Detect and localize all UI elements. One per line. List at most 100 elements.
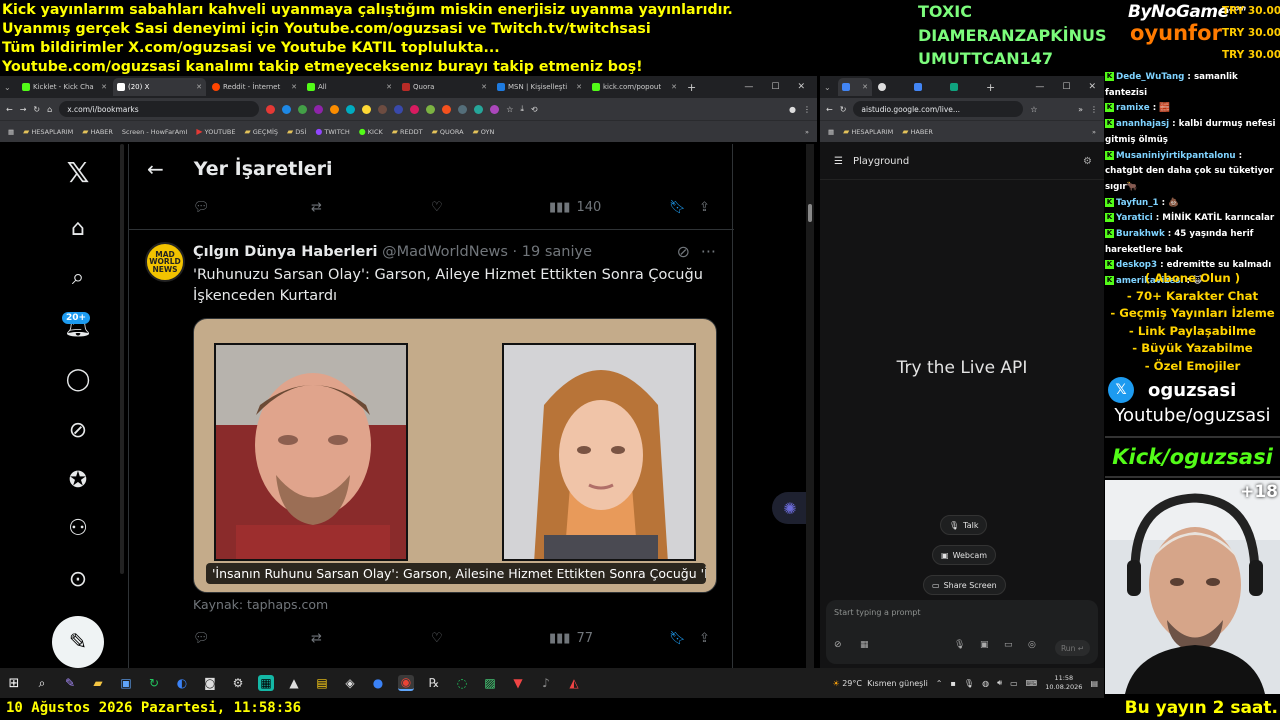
minimize-icon[interactable]: —	[744, 82, 753, 92]
avatar[interactable]: MAD WORLD NEWS	[145, 242, 185, 282]
network-icon[interactable]: ◍	[982, 679, 989, 688]
browser-tab-active[interactable]: ✕	[838, 78, 872, 96]
home-icon[interactable]: ⌂	[47, 105, 52, 114]
close-icon[interactable]: ✕	[671, 83, 677, 91]
bookmark-item[interactable]: Screen - HowFarAmI	[122, 128, 188, 136]
repost-icon[interactable]: ⇄	[311, 631, 322, 646]
maximize-icon[interactable]: ☐	[1062, 82, 1070, 92]
reply-icon[interactable]: 💬︎	[193, 200, 210, 215]
profile-icon[interactable]: ●	[789, 105, 796, 114]
app-icon[interactable]: ▨	[482, 675, 498, 691]
author-handle[interactable]: @MadWorldNews	[382, 244, 508, 260]
bookmark-star-icon[interactable]: ☆	[506, 105, 513, 114]
close-window-icon[interactable]: ✕	[1088, 82, 1096, 92]
app-icon[interactable]: ▦	[258, 675, 274, 691]
close-icon[interactable]: ✕	[481, 83, 487, 91]
extension-icon[interactable]	[426, 104, 436, 114]
bookmark-folder[interactable]: ▶ YOUTUBE	[196, 127, 235, 136]
grok-explain-icon[interactable]: ⊘	[677, 242, 690, 261]
close-icon[interactable]: ✕	[101, 83, 107, 91]
bookmark-folder[interactable]: ● KICK	[359, 127, 383, 136]
search-icon[interactable]: ⌕	[64, 263, 92, 291]
sidebar-toggle-icon[interactable]: ☰	[834, 156, 843, 167]
edge-icon[interactable]: ◐	[174, 675, 190, 691]
apps-icon[interactable]: ▦	[828, 128, 834, 136]
notes-app-icon[interactable]: ▤	[314, 675, 330, 691]
share-icon[interactable]: ⇪	[699, 200, 710, 215]
link-card-image[interactable]: 'İnsanın Ruhunu Sarsan Olay': Garson, Ai…	[193, 318, 717, 593]
bookmark-folder[interactable]: ▰ HABER	[902, 127, 933, 136]
volume-icon[interactable]: 🔊︎	[997, 678, 1002, 688]
bookmark-folder[interactable]: ▰ QUORA	[432, 127, 464, 136]
camera-app-icon[interactable]: ◙	[202, 675, 218, 691]
close-icon[interactable]: ✕	[291, 83, 297, 91]
sidebar-scrollbar[interactable]	[120, 144, 124, 574]
profile-icon[interactable]: ⚇	[64, 514, 92, 542]
back-icon[interactable]: ←	[6, 105, 13, 114]
tweet[interactable]: MAD WORLD NEWS Çılgın Dünya Haberleri @M…	[129, 229, 734, 668]
bookmark-star-icon[interactable]: ☆	[1030, 105, 1037, 114]
more-tools-icon[interactable]: ◎	[1028, 640, 1036, 650]
run-button[interactable]: Run ↵	[1054, 640, 1090, 656]
app-icon[interactable]: ●	[370, 675, 386, 691]
browser-tab[interactable]: Kicklet - Kick Cha ✕	[18, 78, 111, 96]
browser-tab[interactable]: Quora ✕	[398, 78, 491, 96]
bookmark-icon[interactable]: 🔖︎	[669, 631, 686, 646]
extension-icon[interactable]	[362, 104, 372, 114]
views-button[interactable]: ▮▮▮ 140	[549, 200, 601, 215]
repost-icon[interactable]: ⇄	[311, 200, 322, 215]
reload-icon[interactable]: ↻	[33, 105, 40, 114]
extension-icon[interactable]	[378, 104, 388, 114]
app-icon[interactable]: ▣	[118, 675, 134, 691]
extension-icon[interactable]	[266, 104, 276, 114]
browser-tab[interactable]: Reddit - İnternet ✕	[208, 78, 301, 96]
tab-search-icon[interactable]: ⌄	[824, 83, 836, 92]
prompt-input[interactable]: Start typing a prompt ⊘ ▦ 🎙︎ ▣ ▭ ◎ Run ↵	[826, 600, 1098, 664]
chrome-icon[interactable]: ◉	[398, 675, 414, 691]
bookmark-folder[interactable]: ▰ HESAPLARIM	[843, 127, 893, 136]
extension-icon[interactable]	[282, 104, 292, 114]
minimize-icon[interactable]: —	[1035, 82, 1044, 92]
bookmark-folder[interactable]: ▰ DSİ	[287, 127, 306, 136]
file-explorer-icon[interactable]: ▰	[90, 675, 106, 691]
extension-icon[interactable]	[442, 104, 452, 114]
browser-tab[interactable]: kick.com/popout ✕	[588, 78, 681, 96]
history-icon[interactable]: ⟲	[531, 105, 538, 114]
compose-post-button[interactable]: ✎	[52, 616, 104, 668]
close-icon[interactable]: ✕	[862, 83, 868, 91]
extension-icon[interactable]	[394, 104, 404, 114]
x-logo-icon[interactable]: 𝕏	[64, 156, 92, 189]
back-arrow-icon[interactable]: ←	[147, 157, 164, 181]
show-hidden-icons-icon[interactable]: ⌃	[936, 679, 943, 688]
extensions-icon[interactable]: »	[1078, 105, 1083, 114]
extension-icon[interactable]	[410, 104, 420, 114]
extension-icon[interactable]	[314, 104, 324, 114]
page-scrollbar[interactable]	[806, 144, 814, 668]
maximize-icon[interactable]: ☐	[771, 82, 779, 92]
app-icon[interactable]: ♪	[538, 675, 554, 691]
more-options-icon[interactable]: ···	[701, 242, 716, 261]
more-bookmarks-icon[interactable]: »	[805, 128, 809, 136]
browser-tab[interactable]	[910, 78, 944, 96]
more-bookmarks-icon[interactable]: »	[1092, 128, 1096, 136]
talk-button[interactable]: 🎙︎ Talk	[940, 515, 988, 535]
tweet-time[interactable]: 19 saniye	[522, 244, 592, 260]
views-button[interactable]: ▮▮▮ 77	[549, 631, 593, 646]
screen-share-icon[interactable]: ▭	[1004, 640, 1013, 650]
extension-icon[interactable]	[474, 104, 484, 114]
webcam-button[interactable]: ▣ Webcam	[932, 545, 997, 565]
browser-tab[interactable]: All ✕	[303, 78, 396, 96]
share-screen-button[interactable]: ▭ Share Screen	[923, 575, 1006, 595]
extension-icon[interactable]	[346, 104, 356, 114]
reload-icon[interactable]: ↻	[840, 105, 847, 114]
keyboard-icon[interactable]: ⌨	[1026, 679, 1038, 688]
downloads-icon[interactable]: ⤓	[520, 104, 524, 114]
refresh-app-icon[interactable]: ↻	[146, 675, 162, 691]
camera-icon[interactable]: ▣	[980, 640, 989, 650]
grid-icon[interactable]: ▦	[860, 640, 869, 650]
notifications-icon[interactable]: ▤	[1090, 679, 1098, 688]
tray-app-icon[interactable]: ▪	[951, 679, 956, 688]
battery-icon[interactable]: ▭	[1010, 679, 1018, 688]
shield-icon[interactable]: ◈	[342, 675, 358, 691]
video-off-icon[interactable]: ⊘	[834, 640, 842, 650]
